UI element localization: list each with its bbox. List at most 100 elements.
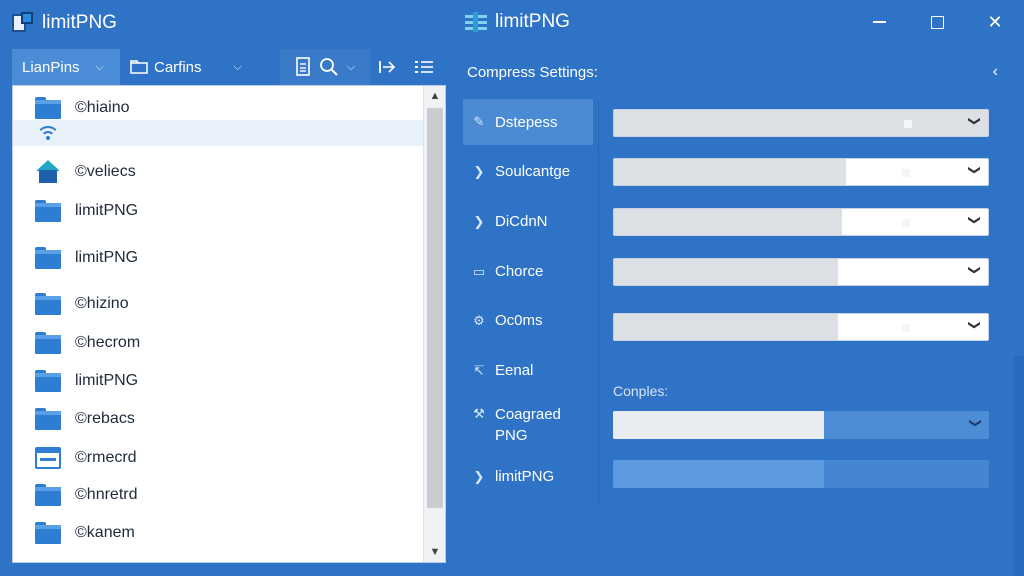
- home-icon: [35, 160, 61, 184]
- setting-dropdown-1[interactable]: ❯: [613, 109, 989, 137]
- chevron-right-icon: ❯: [473, 213, 485, 229]
- explorer-toolbar: LianPins ⌵ Carfins ⌵ ⌵: [12, 49, 446, 85]
- nav-item-label: Chorce: [495, 263, 544, 280]
- scroll-down-icon[interactable]: ▼: [424, 546, 446, 558]
- settings-window: limitPNG ✕ Compress Settings: ‹ ✎ Dstepe…: [447, 0, 1024, 576]
- monitor-icon: ▭: [472, 263, 486, 279]
- list-item[interactable]: limitPNG: [13, 193, 423, 229]
- settings-heading: Compress Settings:: [467, 64, 598, 81]
- chevron-down-icon[interactable]: ❯: [968, 320, 982, 330]
- vertical-scrollbar[interactable]: ▲ ▼: [423, 86, 445, 562]
- search-icon[interactable]: [319, 57, 339, 77]
- nav-item-label: limitPNG: [495, 468, 555, 485]
- minimize-button[interactable]: [850, 0, 908, 44]
- list-item[interactable]: ©veliecs: [13, 154, 423, 190]
- maximize-icon: [930, 15, 944, 29]
- nav-item-eenal[interactable]: ↸ Eenal: [463, 362, 593, 379]
- secondary-progress-bar: [613, 460, 989, 488]
- nav-item-label: Coagraed PNG: [495, 406, 561, 444]
- window-icon: [35, 447, 61, 469]
- pencil-icon: ✎: [473, 114, 485, 129]
- split-icon[interactable]: [377, 59, 397, 75]
- chevron-down-icon[interactable]: ⌵: [234, 61, 242, 74]
- explorer-titlebar: limitPNG: [0, 0, 446, 46]
- file-name: rmecrd: [86, 449, 137, 466]
- list-item[interactable]: ©hecrom: [13, 325, 423, 361]
- list-item[interactable]: ©rmecrd: [13, 440, 423, 476]
- file-name: limitPNG: [75, 249, 139, 266]
- close-icon: ✕: [987, 11, 1003, 32]
- list-item[interactable]: limitPNG: [13, 240, 423, 276]
- file-explorer-window: limitPNG LianPins ⌵ Carfins ⌵ ⌵ ©hiaino: [0, 0, 446, 576]
- nav-item-limitpng[interactable]: ❯ limitPNG: [463, 468, 593, 485]
- tab-carfins-label: Carfins: [154, 58, 202, 76]
- tab-lianpins[interactable]: LianPins ⌵: [12, 49, 120, 85]
- chevron-right-icon: ❯: [473, 468, 485, 484]
- nav-item-label: Dstepess: [495, 113, 558, 131]
- folder-icon: [35, 332, 61, 354]
- nav-divider: [598, 100, 599, 505]
- list-item[interactable]: ©rebacs: [13, 401, 423, 437]
- list-item[interactable]: limitPNG: [13, 363, 423, 399]
- slider-knob[interactable]: [902, 324, 910, 332]
- document-icon[interactable]: [295, 57, 311, 77]
- file-name: hizino: [86, 295, 129, 312]
- file-name: hiaino: [86, 99, 130, 116]
- chevron-down-icon[interactable]: ❯: [969, 418, 983, 428]
- folder-icon: [35, 408, 61, 430]
- close-button[interactable]: ✕: [966, 0, 1024, 44]
- compress-label: Conples:: [613, 383, 669, 399]
- minimize-icon: [872, 21, 886, 23]
- chevron-left-icon[interactable]: ‹: [993, 63, 998, 81]
- chevron-down-icon[interactable]: ❯: [968, 165, 982, 175]
- maximize-button[interactable]: [908, 0, 966, 44]
- window-controls: ✕: [850, 0, 1024, 44]
- nav-item-oc0ms[interactable]: ⚙ Oc0ms: [463, 312, 593, 329]
- file-name: limitPNG: [75, 202, 139, 219]
- file-name: veliecs: [86, 163, 136, 180]
- explorer-title: limitPNG: [42, 12, 117, 33]
- slider-knob[interactable]: [904, 120, 912, 128]
- nav-item-dstepess[interactable]: ✎ Dstepess: [463, 99, 593, 145]
- nav-item-chorce[interactable]: ▭ Chorce: [463, 263, 593, 280]
- slider-knob[interactable]: [902, 219, 910, 227]
- folder-icon: [35, 200, 61, 222]
- toolbar-extra-group: [370, 49, 440, 85]
- chevron-down-icon[interactable]: ❯: [968, 116, 982, 126]
- file-list: ©hiaino ©veliecs limitPNG limitPNG ©hizi…: [12, 85, 446, 563]
- setting-dropdown-4[interactable]: ❯: [613, 258, 989, 286]
- nav-item-label: Soulcantge: [495, 163, 571, 180]
- chevron-down-icon[interactable]: ⌵: [347, 61, 355, 74]
- window-edge: [1014, 356, 1024, 576]
- list-item-selected[interactable]: [13, 120, 423, 146]
- nav-item-coagraed[interactable]: ⚒ Coagraed PNG: [463, 404, 593, 446]
- toolbar-tools-group: ⌵: [280, 49, 370, 85]
- list-item[interactable]: ©kanem: [13, 515, 423, 551]
- file-name: rebacs: [86, 410, 135, 427]
- list-item[interactable]: ©hizino: [13, 286, 423, 322]
- nav-item-label: Oc0ms: [495, 312, 543, 329]
- file-name: hnretrd: [86, 486, 138, 503]
- list-item[interactable]: ©hnretrd: [13, 477, 423, 513]
- tab-carfins[interactable]: Carfins ⌵: [120, 49, 270, 85]
- settings-title: limitPNG: [495, 11, 570, 32]
- chevron-down-icon[interactable]: ⌵: [96, 61, 104, 74]
- slider-knob[interactable]: [902, 169, 910, 177]
- nav-item-soulcantge[interactable]: ❯ Soulcantge: [463, 163, 593, 180]
- nav-item-label: DiCdnN: [495, 213, 548, 230]
- compress-progress-dropdown[interactable]: ❯: [613, 411, 989, 439]
- nav-item-dicdnn[interactable]: ❯ DiCdnN: [463, 213, 593, 230]
- chevron-down-icon[interactable]: ❯: [968, 215, 982, 225]
- setting-dropdown-3[interactable]: ❯: [613, 208, 989, 236]
- list-icon[interactable]: [415, 60, 433, 74]
- folder-icon: [35, 370, 61, 392]
- arrows-icon: ↸: [473, 362, 485, 378]
- folder-icon: [35, 293, 61, 315]
- scroll-up-icon[interactable]: ▲: [424, 90, 446, 102]
- chevron-down-icon[interactable]: ❯: [968, 265, 982, 275]
- setting-dropdown-5[interactable]: ❯: [613, 313, 989, 341]
- scrollbar-thumb[interactable]: [427, 108, 443, 508]
- setting-dropdown-2[interactable]: ❯: [613, 158, 989, 186]
- app-icon: [12, 12, 34, 34]
- tools-icon: ⚒: [473, 406, 485, 421]
